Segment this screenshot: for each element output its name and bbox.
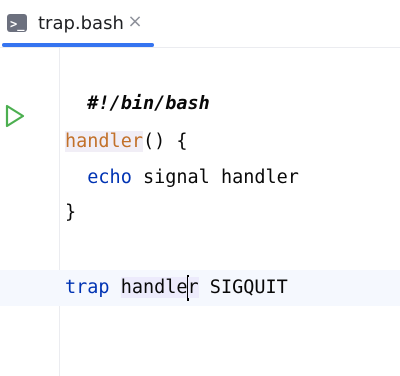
svg-text:>_: >_ — [10, 17, 25, 32]
keyword-trap: trap — [65, 277, 110, 298]
signal-name: SIGQUIT — [198, 277, 288, 298]
closing-brace: } — [65, 202, 77, 223]
code-line-1[interactable]: #!/bin/bash — [65, 50, 210, 114]
code-line-5[interactable]: } — [65, 195, 76, 231]
code-line-4[interactable]: echo signal handler — [65, 160, 299, 196]
handler-reference: handle — [120, 277, 188, 298]
function-name: handler — [65, 131, 143, 152]
tab-label: trap.bash — [38, 13, 124, 34]
editor-gutter — [0, 48, 60, 376]
active-tab-indicator — [2, 43, 154, 47]
code-line-3[interactable]: handler() { — [65, 124, 188, 160]
run-icon[interactable] — [4, 103, 26, 129]
code-line-7[interactable]: trap handler SIGQUIT — [65, 270, 288, 306]
tab-trap-bash[interactable]: >_ trap.bash × — [0, 0, 154, 48]
editor-tab-bar: >_ trap.bash × — [0, 0, 400, 48]
echo-args: signal handler — [131, 167, 299, 188]
keyword-echo: echo — [87, 167, 132, 188]
bash-file-icon: >_ — [7, 14, 27, 32]
function-parens: () { — [142, 131, 188, 152]
close-icon[interactable]: × — [126, 13, 144, 31]
handler-reference-tail: r — [187, 277, 199, 298]
shebang: #!/bin/bash — [87, 93, 210, 114]
